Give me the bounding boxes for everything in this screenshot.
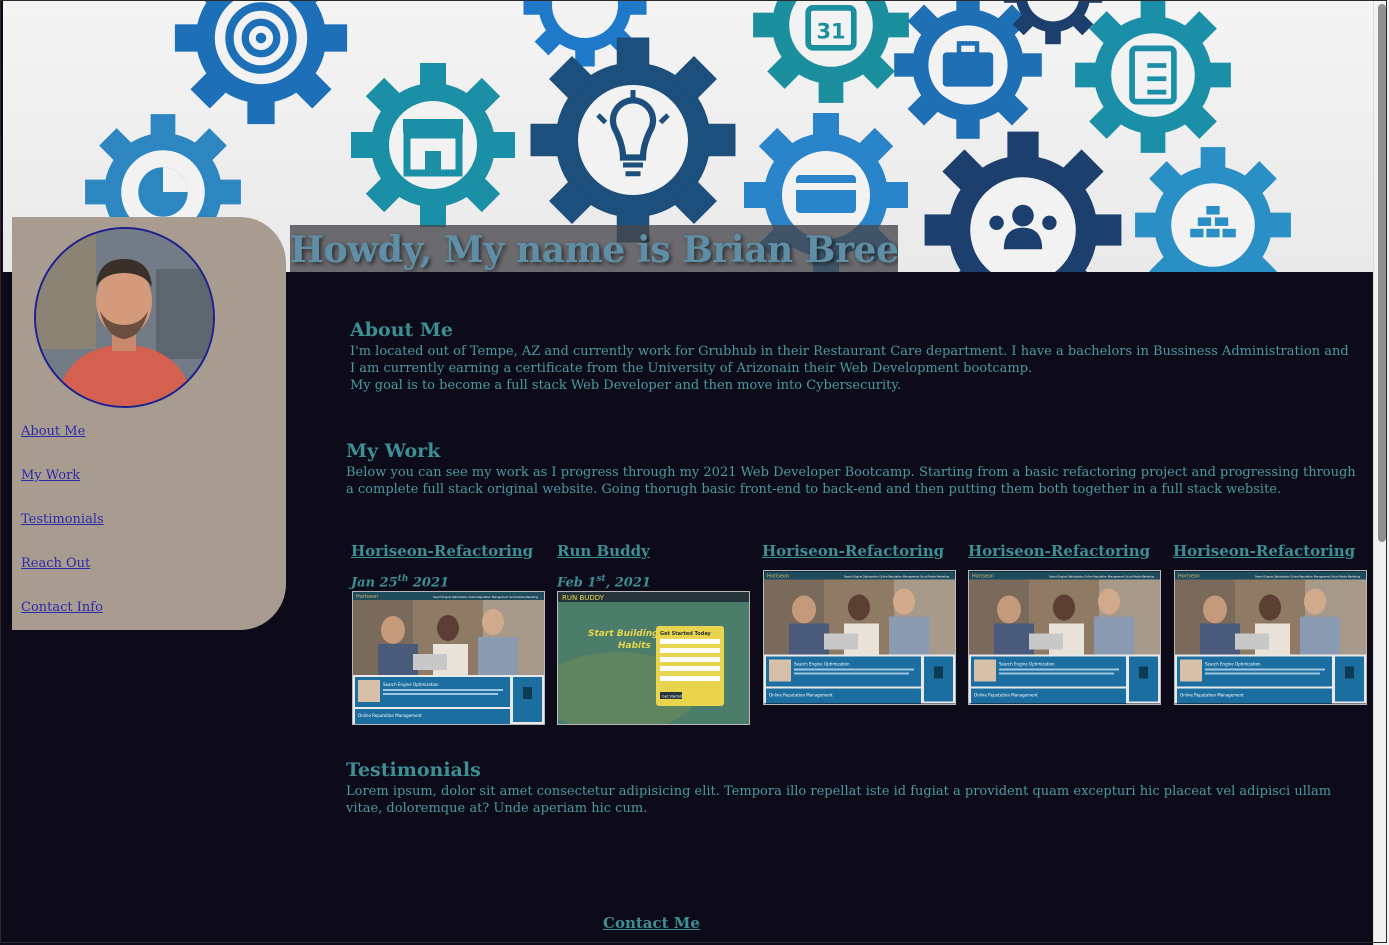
nav-link-contact-info[interactable]: Contact Info bbox=[21, 599, 104, 643]
svg-text:Get Started Today: Get Started Today bbox=[660, 631, 712, 637]
horiseon-screenshot: Horiseon Search Engine Optimization Onli… bbox=[764, 571, 955, 704]
project-link[interactable]: Run Buddy bbox=[557, 542, 752, 560]
project-link[interactable]: Horiseon-Refactoring bbox=[762, 542, 957, 560]
nav-link-testimonials[interactable]: Testimonials bbox=[21, 511, 104, 555]
project-date: Feb 1st, 2021 bbox=[557, 574, 651, 591]
testimonials-heading: Testimonials bbox=[346, 759, 481, 781]
horiseon-screenshot: Horiseon Search Engine Optimization Onli… bbox=[353, 592, 544, 724]
contact-me-link[interactable]: Contact Me bbox=[603, 914, 700, 932]
sidebar: About Me My Work Testimonials Reach Out … bbox=[12, 217, 286, 630]
about-text: I'm located out of Tempe, AZ and current… bbox=[350, 343, 1350, 394]
svg-text:Get Started: Get Started bbox=[662, 695, 682, 699]
svg-text:Online Reputation Management: Online Reputation Management bbox=[769, 693, 833, 698]
horiseon-screenshot: Horiseon Search Engine Optimization Onli… bbox=[969, 571, 1160, 704]
store-gear-icon bbox=[351, 63, 515, 227]
about-heading: About Me bbox=[350, 319, 454, 341]
svg-text:Search Engine Optimization: Search Engine Optimization bbox=[999, 662, 1055, 667]
project-thumbnail[interactable]: Horiseon Search Engine Optimization Onli… bbox=[1174, 570, 1367, 705]
avatar bbox=[34, 227, 215, 408]
about-paragraph-1: I'm located out of Tempe, AZ and current… bbox=[350, 344, 1349, 376]
project-thumbnail[interactable]: RUN BUDDY Start Building Habits Get Star… bbox=[557, 591, 750, 725]
profile-photo bbox=[36, 229, 213, 406]
svg-text:Online Reputation Management: Online Reputation Management bbox=[1180, 693, 1244, 698]
project-link[interactable]: Horiseon-Refactoring bbox=[1173, 542, 1368, 560]
svg-text:Search Engine Optimization: Search Engine Optimization bbox=[383, 682, 439, 687]
lightbulb-gear-icon bbox=[530, 37, 736, 243]
project-card: Run Buddy Feb 1st, 2021 bbox=[557, 542, 752, 590]
gold-bars-gear-icon bbox=[1135, 147, 1291, 272]
project-thumbnail[interactable]: Horiseon Search Engine Optimization Onli… bbox=[352, 591, 545, 725]
svg-text:31: 31 bbox=[816, 19, 845, 43]
svg-text:Search Engine Optimization On: Search Engine Optimization Online Reputa… bbox=[1049, 575, 1154, 579]
scrollbar[interactable] bbox=[1373, 0, 1389, 945]
testimonials-text: Lorem ipsum, dolor sit amet consectetur … bbox=[346, 784, 1332, 816]
svg-text:Horiseon: Horiseon bbox=[972, 574, 994, 580]
calendar-gear-icon: 31 bbox=[753, 0, 909, 103]
svg-text:Start Building: Start Building bbox=[588, 629, 659, 639]
project-date: Jan 25th 2021 bbox=[351, 574, 450, 591]
project-card: Horiseon-Refactoring bbox=[968, 542, 1163, 560]
svg-text:Online Reputation Management: Online Reputation Management bbox=[358, 713, 422, 718]
about-paragraph-2: My goal is to become a full stack Web De… bbox=[350, 378, 902, 393]
project-card: Horiseon-Refactoring Jan 25th 2021 bbox=[351, 542, 546, 590]
nav-link-about-me[interactable]: About Me bbox=[21, 423, 104, 467]
project-thumbnail[interactable]: Horiseon Search Engine Optimization Onli… bbox=[968, 570, 1161, 705]
svg-text:Search Engine Optimization On: Search Engine Optimization Online Reputa… bbox=[844, 575, 949, 579]
project-link[interactable]: Horiseon-Refactoring bbox=[968, 542, 1163, 560]
project-link[interactable]: Horiseon-Refactoring bbox=[351, 542, 546, 560]
scrollbar-thumb[interactable] bbox=[1378, 4, 1386, 542]
target-gear-icon bbox=[174, 0, 348, 125]
svg-text:Search Engine Optimization On: Search Engine Optimization Online Reputa… bbox=[1255, 575, 1360, 579]
project-card: Horiseon-Refactoring bbox=[762, 542, 957, 560]
work-heading: My Work bbox=[346, 440, 441, 462]
checklist-gear-icon bbox=[1075, 0, 1231, 153]
run-buddy-screenshot: RUN BUDDY Start Building Habits Get Star… bbox=[558, 592, 749, 724]
svg-text:Search Engine Optimization On: Search Engine Optimization Online Reputa… bbox=[433, 595, 538, 599]
svg-text:Search Engine Optimization: Search Engine Optimization bbox=[794, 662, 850, 667]
horiseon-screenshot: Horiseon Search Engine Optimization Onli… bbox=[1175, 571, 1366, 704]
project-card: Horiseon-Refactoring bbox=[1173, 542, 1368, 560]
svg-text:Horiseon: Horiseon bbox=[767, 574, 789, 580]
project-thumbnail[interactable]: Horiseon Search Engine Optimization Onli… bbox=[763, 570, 956, 705]
svg-text:Online Reputation Management: Online Reputation Management bbox=[974, 693, 1038, 698]
svg-text:RUN BUDDY: RUN BUDDY bbox=[562, 594, 605, 602]
svg-text:Horiseon: Horiseon bbox=[356, 594, 378, 600]
svg-text:Horiseon: Horiseon bbox=[1178, 574, 1200, 580]
page-title: Howdy, My name is Brian Breedlove bbox=[290, 225, 898, 272]
work-text: Below you can see my work as I progress … bbox=[346, 465, 1356, 497]
nav-link-reach-out[interactable]: Reach Out bbox=[21, 555, 104, 599]
nav-link-my-work[interactable]: My Work bbox=[21, 467, 104, 511]
people-gear-icon bbox=[924, 131, 1122, 272]
svg-text:Search Engine Optimization: Search Engine Optimization bbox=[1205, 662, 1261, 667]
sidebar-nav: About Me My Work Testimonials Reach Out … bbox=[21, 423, 104, 643]
svg-text:Habits: Habits bbox=[618, 641, 651, 651]
